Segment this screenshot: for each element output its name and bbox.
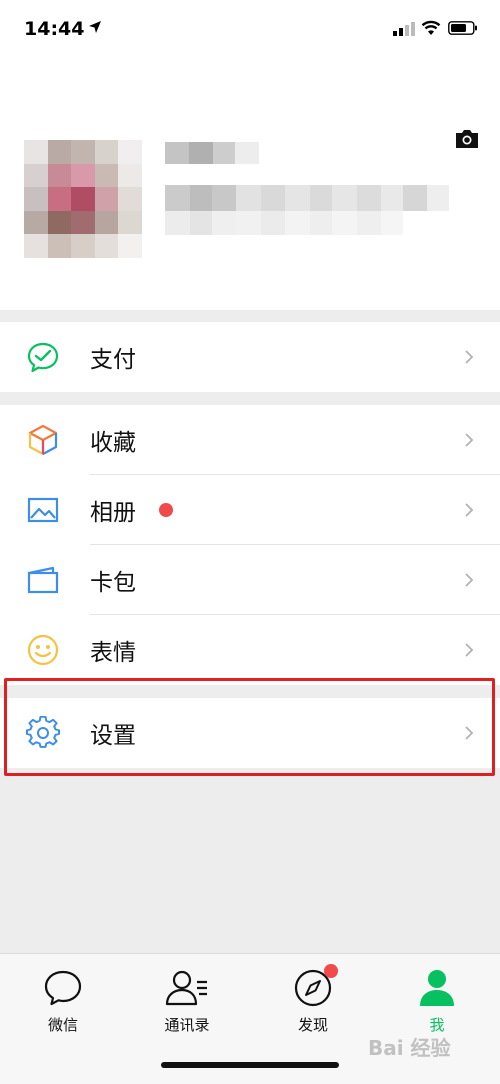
tab-contacts-label: 通讯录 [164, 1016, 210, 1034]
wifi-icon [421, 20, 441, 35]
pay-icon [26, 340, 60, 374]
profile-header[interactable] [0, 60, 500, 310]
nickname-blurred [165, 142, 259, 164]
menu-item-album-label: 相册 [90, 500, 136, 526]
battery-icon [448, 21, 477, 35]
wechat-id-blurred [165, 185, 449, 235]
tab-discover[interactable]: 发现 [268, 964, 358, 1035]
menu-item-stickers[interactable]: 表情 [0, 615, 500, 685]
status-bar: 14:44 [0, 0, 500, 60]
new-badge-dot [159, 503, 173, 517]
chevron-right-icon [465, 433, 474, 447]
avatar[interactable] [24, 140, 142, 258]
watermark: Bai 经验 [368, 1036, 451, 1060]
camera-icon[interactable] [454, 128, 480, 150]
contacts-icon [165, 970, 207, 1006]
favorites-cube-icon [26, 423, 60, 457]
chevron-right-icon [465, 503, 474, 517]
menu-item-cards[interactable]: 卡包 [0, 545, 500, 615]
menu-item-favorites[interactable]: 收藏 [0, 405, 500, 475]
cellular-signal-icon [393, 22, 415, 36]
smiley-face-icon [26, 633, 60, 667]
chevron-right-icon [465, 573, 474, 587]
menu-item-album[interactable]: 相册 [0, 475, 500, 545]
home-indicator [161, 1062, 339, 1068]
tab-discover-label: 发现 [297, 1016, 328, 1034]
location-arrow-icon [89, 21, 101, 33]
tab-chats-label: 微信 [47, 1016, 78, 1034]
chevron-right-icon [465, 643, 474, 657]
highlight-box [4, 678, 495, 776]
status-time: 14:44 [24, 18, 85, 40]
album-picture-icon [26, 493, 60, 527]
card-wallet-icon [26, 563, 60, 597]
menu-item-stickers-label: 表情 [90, 640, 136, 666]
menu-item-cards-label: 卡包 [90, 570, 136, 596]
tab-contacts[interactable]: 通讯录 [142, 966, 232, 1035]
chevron-right-icon [465, 350, 474, 364]
discover-badge-dot [324, 964, 338, 978]
menu-item-pay-label: 支付 [90, 347, 136, 373]
person-icon [420, 970, 454, 1006]
menu-item-favorites-label: 收藏 [90, 430, 136, 456]
section-pay: 支付 [0, 322, 500, 392]
chat-bubble-icon [44, 970, 82, 1006]
tab-chats[interactable]: 微信 [18, 966, 108, 1035]
menu-item-pay[interactable]: 支付 [0, 322, 500, 392]
tab-me[interactable]: 我 [392, 966, 482, 1035]
section-tools: 收藏 相册 卡包 表情 [0, 405, 500, 685]
